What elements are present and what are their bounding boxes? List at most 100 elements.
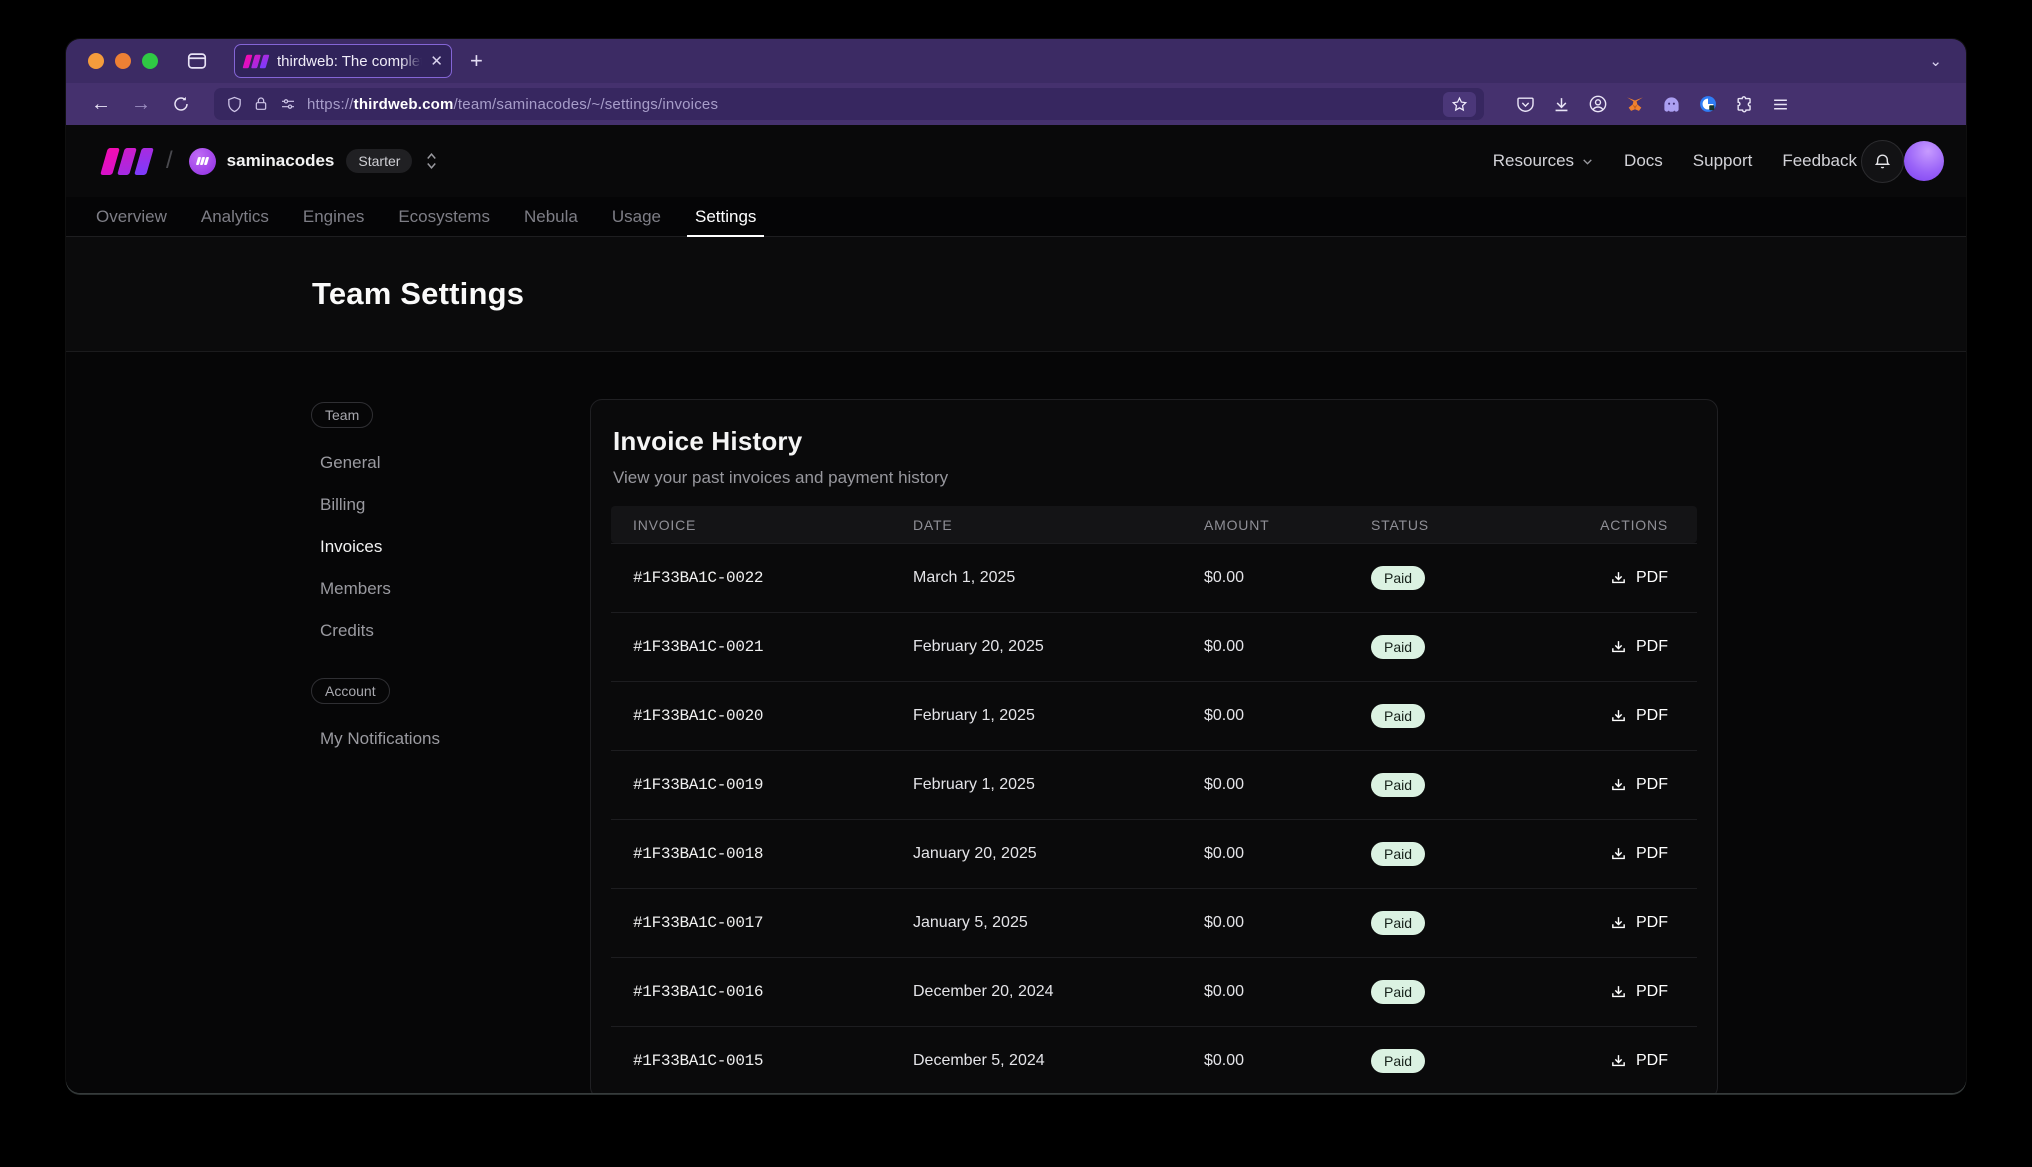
status-cell: Paid (1349, 566, 1559, 590)
pdf-label: PDF (1636, 776, 1668, 794)
sidebar-entry[interactable]: Team (311, 402, 373, 428)
browser-tab[interactable]: thirdweb: The complete web3 d ✕ (234, 44, 452, 78)
nav-tab[interactable]: Engines (303, 197, 364, 236)
nav-tab[interactable]: Usage (612, 197, 661, 236)
table-row: #1F33BA1C-0022 March 1, 2025 $0.00 Paid (611, 543, 1697, 612)
nav-tab[interactable]: Overview (96, 197, 167, 236)
download-pdf-button[interactable]: PDF (1559, 845, 1697, 863)
account-icon[interactable] (1588, 94, 1608, 114)
pdf-label: PDF (1636, 569, 1668, 587)
invoice-date: January 20, 2025 (891, 845, 1182, 863)
column-header: AMOUNT (1182, 517, 1349, 533)
timer-icon[interactable] (1698, 94, 1718, 114)
status-cell: Paid (1349, 704, 1559, 728)
download-pdf-button[interactable]: PDF (1559, 569, 1697, 587)
user-avatar[interactable] (1904, 141, 1944, 181)
column-header: STATUS (1349, 517, 1559, 533)
nav-tab[interactable]: Nebula (524, 197, 578, 236)
metamask-icon[interactable] (1625, 95, 1645, 114)
zoom-window-button[interactable] (142, 53, 158, 69)
download-pdf-button[interactable]: PDF (1559, 914, 1697, 932)
download-pdf-button[interactable]: PDF (1559, 707, 1697, 725)
download-pdf-button[interactable]: PDF (1559, 983, 1697, 1001)
invoice-number: #1F33BA1C-0022 (611, 569, 891, 587)
nav-tab[interactable]: Ecosystems (398, 197, 490, 236)
sidebar-entry[interactable]: General (311, 442, 590, 484)
status-badge: Paid (1371, 1049, 1425, 1073)
header-link[interactable]: Support (1693, 151, 1753, 171)
list-tabs-chevron-icon[interactable]: ⌄ (1929, 52, 1942, 70)
team-avatar[interactable] (189, 148, 216, 175)
status-badge: Paid (1371, 980, 1425, 1004)
invoice-date: February 1, 2025 (891, 707, 1182, 725)
minimize-window-button[interactable] (115, 53, 131, 69)
tracking-shield-icon[interactable] (226, 96, 243, 113)
status-cell: Paid (1349, 980, 1559, 1004)
card-title: Invoice History (613, 426, 1693, 457)
browser-window: thirdweb: The complete web3 d ✕ + ⌄ ← → (66, 39, 1966, 1093)
header-link[interactable]: Docs (1624, 151, 1663, 171)
close-tab-icon[interactable]: ✕ (430, 52, 443, 70)
close-window-button[interactable] (88, 53, 104, 69)
invoice-number: #1F33BA1C-0017 (611, 914, 891, 932)
new-tab-button[interactable]: + (470, 48, 483, 74)
status-cell: Paid (1349, 911, 1559, 935)
invoice-amount: $0.00 (1182, 1052, 1349, 1070)
invoice-number: #1F33BA1C-0016 (611, 983, 891, 1001)
site-header: / saminacodes Starter Resources (66, 125, 1966, 197)
status-cell: Paid (1349, 635, 1559, 659)
invoice-table: INVOICEDATEAMOUNTSTATUSACTIONS #1F33BA1C… (611, 506, 1697, 1093)
forward-button[interactable]: → (124, 89, 158, 119)
browser-titlebar: thirdweb: The complete web3 d ✕ + ⌄ (66, 39, 1966, 83)
download-icon (1610, 846, 1627, 863)
nav-tab[interactable]: Analytics (201, 197, 269, 236)
phantom-icon[interactable] (1662, 95, 1681, 114)
status-badge: Paid (1371, 911, 1425, 935)
bookmark-star-icon[interactable] (1443, 92, 1476, 117)
download-pdf-button[interactable]: PDF (1559, 1052, 1697, 1070)
browser-toolbar: ← → https:// (66, 83, 1966, 125)
sidebar-entry[interactable]: Members (311, 568, 590, 610)
page-title-band: Team Settings (66, 237, 1966, 352)
pdf-label: PDF (1636, 638, 1668, 656)
sidebar-entry[interactable]: Account (311, 678, 390, 704)
sidebar-entry[interactable]: Invoices (311, 526, 590, 568)
download-pdf-button[interactable]: PDF (1559, 638, 1697, 656)
plan-badge: Starter (346, 149, 412, 173)
status-cell: Paid (1349, 773, 1559, 797)
team-name[interactable]: saminacodes (227, 151, 335, 171)
back-button[interactable]: ← (84, 89, 118, 119)
header-link[interactable]: Resources (1493, 151, 1594, 171)
url-bar[interactable]: https://thirdweb.com/team/saminacodes/~/… (214, 88, 1484, 120)
notifications-bell-icon[interactable] (1861, 140, 1904, 183)
tab-title: thirdweb: The complete web3 d (277, 53, 422, 70)
sidebar-entry[interactable]: My Notifications (311, 718, 590, 760)
team-switcher-icon[interactable] (424, 151, 439, 171)
thirdweb-logo[interactable] (104, 148, 150, 175)
invoice-history-card: Invoice History View your past invoices … (590, 399, 1718, 1093)
settings-content: Team General Billing Invoices Members Cr… (66, 352, 1966, 1093)
pdf-label: PDF (1636, 845, 1668, 863)
reload-button[interactable] (164, 89, 198, 119)
permissions-icon[interactable] (279, 96, 297, 112)
sidebar-entry[interactable]: Credits (311, 610, 590, 652)
invoice-amount: $0.00 (1182, 983, 1349, 1001)
sidebar-entry[interactable]: Billing (311, 484, 590, 526)
lock-icon[interactable] (253, 96, 269, 112)
download-icon (1610, 708, 1627, 725)
url-text[interactable]: https://thirdweb.com/team/saminacodes/~/… (307, 96, 1433, 113)
invoice-amount: $0.00 (1182, 569, 1349, 587)
extensions-icon[interactable] (1735, 95, 1754, 114)
downloads-icon[interactable] (1552, 95, 1571, 114)
page-viewport: / saminacodes Starter Resources (66, 125, 1966, 1093)
download-pdf-button[interactable]: PDF (1559, 776, 1697, 794)
nav-tab[interactable]: Settings (695, 197, 756, 236)
menu-icon[interactable] (1771, 96, 1790, 113)
settings-sidebar: Team General Billing Invoices Members Cr… (311, 352, 590, 1093)
header-link[interactable]: Feedback (1782, 151, 1857, 171)
pocket-icon[interactable] (1516, 95, 1535, 114)
table-header: INVOICEDATEAMOUNTSTATUSACTIONS (611, 506, 1697, 543)
card-subtitle: View your past invoices and payment hist… (613, 468, 1693, 488)
firefox-view-icon[interactable] (186, 50, 208, 72)
status-cell: Paid (1349, 842, 1559, 866)
